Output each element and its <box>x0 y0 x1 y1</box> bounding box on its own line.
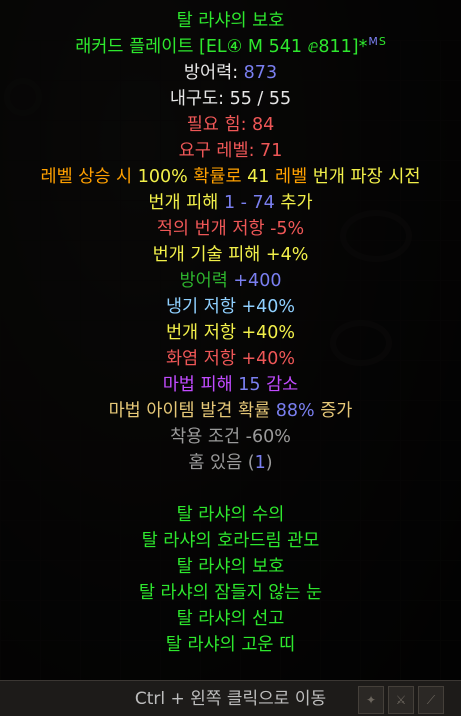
m-badge-icon: M <box>368 35 378 48</box>
defense-bonus-text: 방어력 <box>179 271 234 291</box>
proc-text: 레벨 <box>269 167 313 187</box>
requirement-reduction: 착용 조건 -60% <box>170 427 291 447</box>
defense-bonus-value: +400 <box>233 271 282 291</box>
sockets-line: 홈 있음 (1) <box>0 450 461 476</box>
cold-resistance: 냉기 저항 +40% <box>165 297 296 317</box>
magic-find-text: 마법 아이템 발견 확률 <box>108 401 276 421</box>
set-item-1: 탈 라샤의 수의 <box>176 505 285 525</box>
defense-label: 방어력: <box>183 63 244 83</box>
item-base-type: 래커드 플레이트 [EL④ M 541 ⅇ811]*MS <box>0 34 461 60</box>
proc-skill: 번개 파장 시전 <box>312 167 421 187</box>
action-slot-icon[interactable]: ⟋ <box>418 686 444 714</box>
durability-line: 내구도: 55 / 55 <box>169 89 292 109</box>
lightning-resistance: 번개 저항 +40% <box>165 323 296 343</box>
set-item-4: 탈 라샤의 잠들지 않는 눈 <box>138 583 323 603</box>
lightning-skill-damage: 번개 기술 피해 +4% <box>152 245 309 265</box>
enemy-lightning-res: 적의 번개 저항 -5% <box>156 219 305 239</box>
proc-chance: 100% <box>137 167 188 187</box>
proc-line: 레벨 상승 시 100% 확률로 41 레벨 번개 파장 시전 <box>0 164 461 190</box>
magic-damage-value: 15 <box>238 375 261 395</box>
set-item-6: 탈 라샤의 고운 띠 <box>165 635 296 655</box>
sockets-text: ) <box>265 453 273 473</box>
magic-find-line: 마법 아이템 발견 확률 88% 증가 <box>0 398 461 424</box>
lightning-damage-value: 1 - 74 <box>223 193 275 213</box>
star-marker: * <box>358 37 368 57</box>
defense-value: 873 <box>243 63 278 83</box>
required-strength: 필요 힘: 84 <box>186 115 275 135</box>
set-item-2: 탈 라샤의 호라드림 관모 <box>141 531 320 551</box>
item-name: 탈 라샤의 보호 <box>176 11 285 31</box>
magic-damage-reduce-line: 마법 피해 15 감소 <box>0 372 461 398</box>
set-item-5: 탈 라샤의 선고 <box>176 609 285 629</box>
bottom-bar: Ctrl + 왼쪽 클릭으로 이동 ✦ ⚔ ⟋ <box>0 680 461 716</box>
item-tooltip: 탈 라샤의 보호 래커드 플레이트 [EL④ M 541 ⅇ811]*MS 방어… <box>0 0 461 680</box>
sockets-value: 1 <box>254 453 266 473</box>
required-level: 요구 레벨: 71 <box>178 141 283 161</box>
set-item-3: 탈 라샤의 보호 <box>176 557 285 577</box>
item-meta: [EL④ M 541 ⅇ811] <box>199 37 359 57</box>
lightning-damage-text: 번개 피해 <box>148 193 224 213</box>
proc-level: 41 <box>247 167 270 187</box>
magic-damage-text: 마법 피해 <box>162 375 239 395</box>
proc-text: 레벨 상승 시 <box>40 167 138 187</box>
action-slot-icon[interactable]: ⚔ <box>388 686 414 714</box>
lightning-damage-text: 추가 <box>274 193 313 213</box>
magic-find-text: 증가 <box>314 401 353 421</box>
sockets-text: 홈 있음 ( <box>188 453 255 473</box>
action-slot-icon[interactable]: ✦ <box>358 686 384 714</box>
base-name: 래커드 플레이트 <box>75 37 194 57</box>
proc-text: 확률로 <box>187 167 248 187</box>
s-badge-icon: S <box>378 35 386 48</box>
game-scene: 탈 라샤의 보호 래커드 플레이트 [EL④ M 541 ⅇ811]*MS 방어… <box>0 0 461 716</box>
tooltip-lines: 탈 라샤의 보호 래커드 플레이트 [EL④ M 541 ⅇ811]*MS 방어… <box>0 8 461 658</box>
defense-line: 방어력: 873 <box>0 60 461 86</box>
lightning-damage-line: 번개 피해 1 - 74 추가 <box>0 190 461 216</box>
defense-bonus-line: 방어력 +400 <box>0 268 461 294</box>
magic-damage-text: 감소 <box>260 375 299 395</box>
magic-find-value: 88% <box>275 401 315 421</box>
fire-resistance: 화염 저항 +40% <box>165 349 296 369</box>
